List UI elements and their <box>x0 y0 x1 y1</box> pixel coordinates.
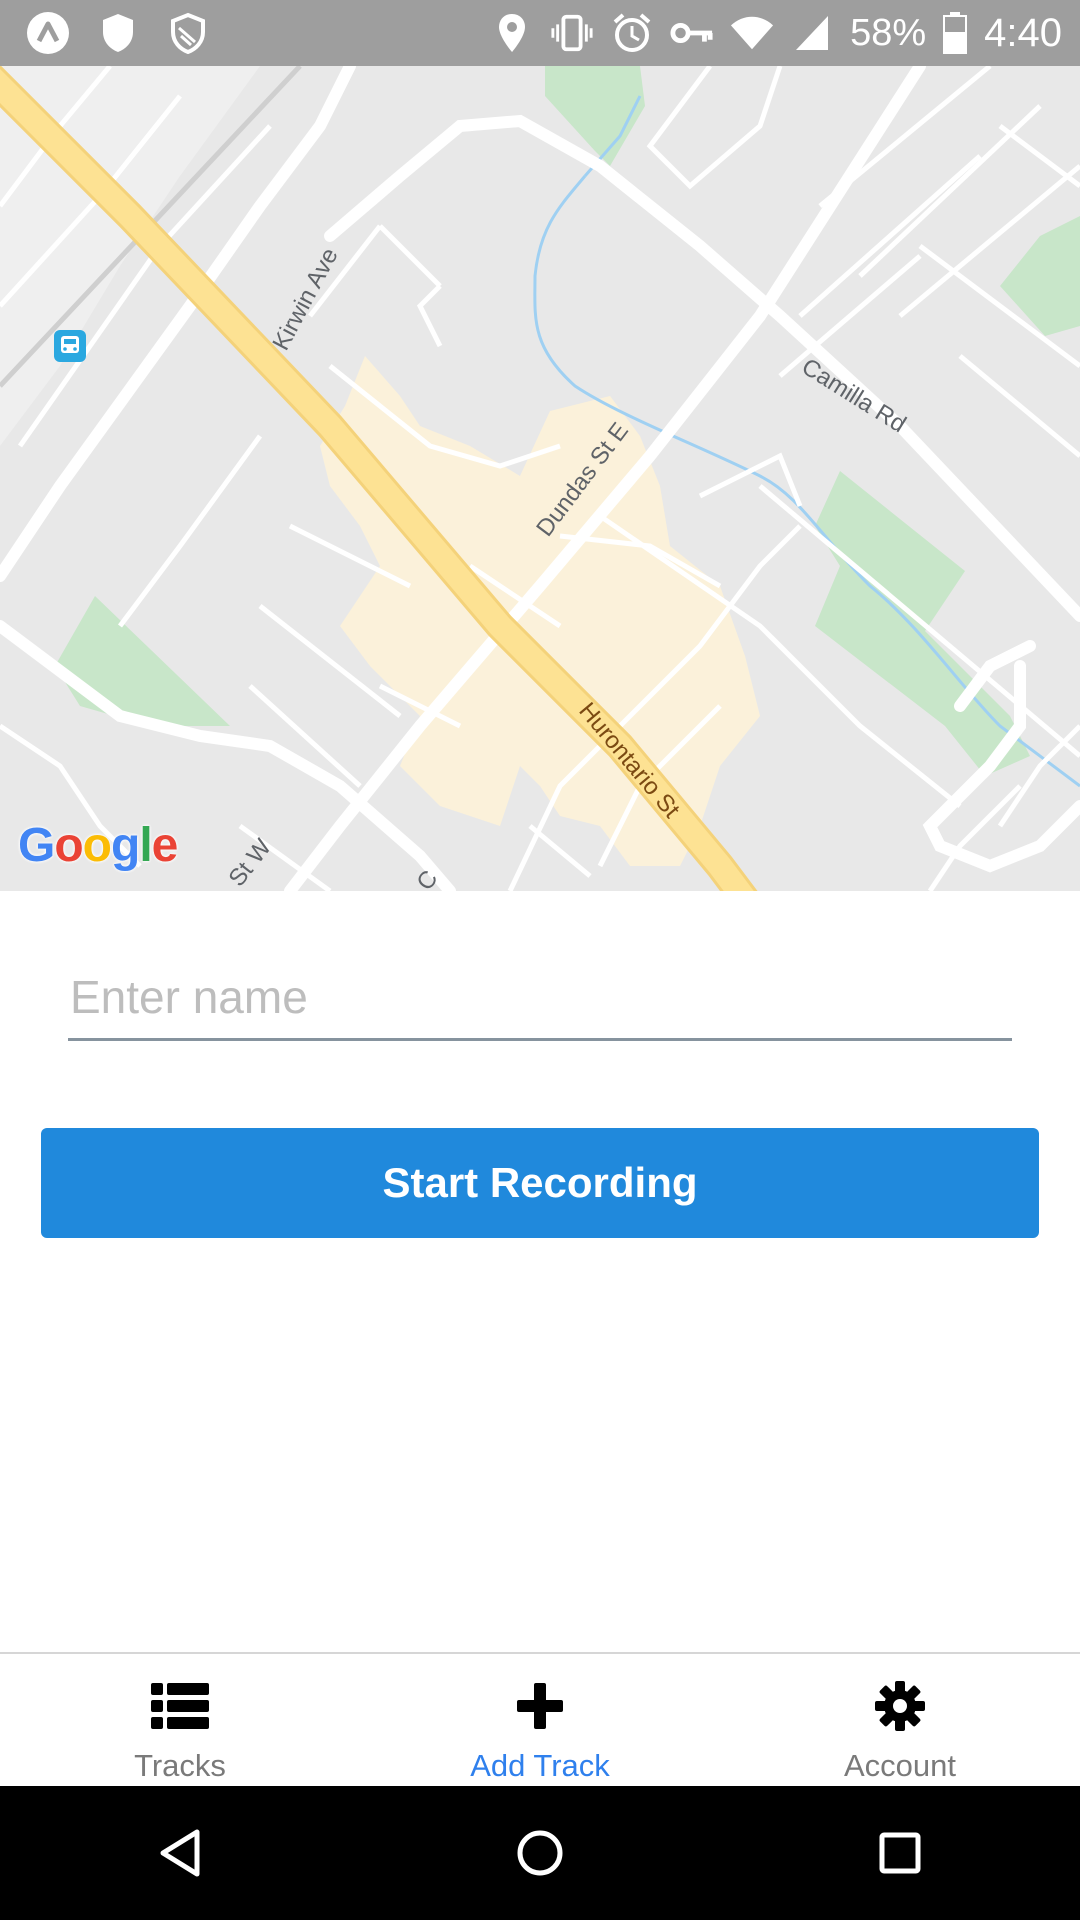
alarm-icon <box>610 11 654 55</box>
tab-tracks[interactable]: Tracks <box>0 1654 360 1788</box>
app-icon <box>26 11 70 55</box>
map-view[interactable]: Kirwin Ave Dundas St E Camilla Rd Huront… <box>0 66 1080 891</box>
transit-station-icon[interactable] <box>54 330 86 362</box>
start-recording-button[interactable]: Start Recording <box>41 1128 1039 1238</box>
bottom-tab-bar: Tracks Add Track Account <box>0 1652 1080 1788</box>
tab-label: Add Track <box>470 1748 610 1783</box>
recents-icon[interactable] <box>855 1808 945 1898</box>
plus-icon <box>510 1676 570 1736</box>
vpn-key-icon <box>670 11 714 55</box>
street-label-camilla: Camilla Rd <box>797 353 911 438</box>
shield-icon <box>96 11 140 55</box>
street-label-st-w: St W <box>223 834 277 891</box>
signal-icon <box>790 11 834 55</box>
battery-icon <box>942 11 968 55</box>
vibrate-icon <box>550 11 594 55</box>
home-icon[interactable] <box>495 1808 585 1898</box>
tab-account[interactable]: Account <box>720 1654 1080 1788</box>
park-area <box>55 596 230 726</box>
back-icon[interactable] <box>135 1808 225 1898</box>
shield-outline-icon <box>166 11 210 55</box>
tab-label: Account <box>843 1748 956 1783</box>
google-logo: Google <box>18 819 178 872</box>
location-icon <box>490 11 534 55</box>
tab-label: Tracks <box>134 1748 226 1783</box>
system-nav-bar <box>0 1786 1080 1920</box>
clock: 4:40 <box>984 10 1062 55</box>
list-icon <box>150 1676 210 1736</box>
map-canvas: Kirwin Ave Dundas St E Camilla Rd Huront… <box>0 66 1080 891</box>
status-bar: 58% 4:40 <box>0 0 1080 66</box>
name-input[interactable] <box>68 955 1012 1041</box>
battery-percent: 58% <box>850 11 927 54</box>
tab-add-track[interactable]: Add Track <box>360 1654 720 1788</box>
gear-icon <box>870 1676 930 1736</box>
street-label-kirwin: Kirwin Ave <box>267 244 343 355</box>
wifi-icon <box>730 11 774 55</box>
